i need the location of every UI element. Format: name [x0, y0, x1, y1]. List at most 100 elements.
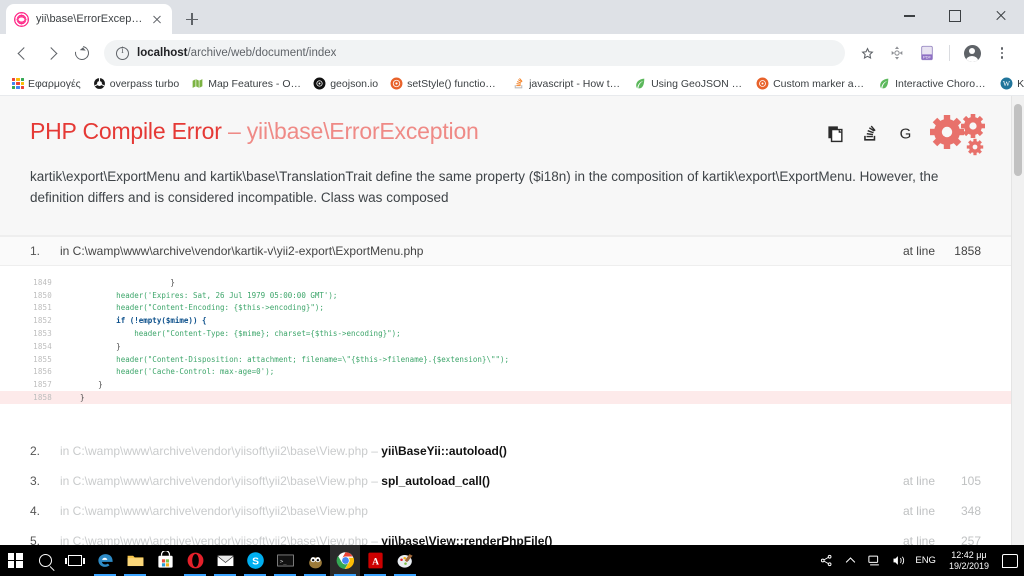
taskbar-search-button[interactable]: [30, 545, 60, 576]
code-line-number: 1856: [33, 367, 52, 377]
code-line-text: header('Expires: Sat, 26 Jul 1979 05:00:…: [62, 290, 338, 300]
action-center-icon[interactable]: [1002, 553, 1018, 568]
volume-icon[interactable]: [891, 553, 906, 568]
taskbar-clock[interactable]: 12:42 μμ 19/2/2019: [945, 550, 993, 572]
bookmark-item-kendoui[interactable]: W KendoUI = jStorage...: [995, 75, 1024, 92]
minimize-button[interactable]: [886, 0, 932, 32]
taskbar-app-gimp[interactable]: [300, 545, 330, 576]
stack-frame-1[interactable]: 1. in C:\wamp\www\archive\vendor\kartik-…: [0, 235, 1011, 266]
bookmark-star-button[interactable]: [853, 39, 881, 67]
error-header-actions: G: [826, 124, 915, 143]
maximize-button[interactable]: [932, 0, 978, 32]
svg-text:>_: >_: [279, 559, 286, 565]
at-line-label: at line: [902, 473, 935, 488]
frame-separator: –: [367, 533, 382, 545]
frame-file-path: in C:\wamp\www\archive\vendor\yiisoft\yi…: [60, 533, 368, 545]
network-icon[interactable]: [867, 553, 882, 568]
pdf-extension-button[interactable]: PDF: [913, 39, 941, 67]
bookmark-item-interactive-choropleth[interactable]: Interactive Choropl...: [873, 75, 993, 92]
stack-frame-2[interactable]: 2. in C:\wamp\www\archive\vendor\yiisoft…: [0, 436, 1011, 466]
taskbar-app-store[interactable]: [150, 545, 180, 576]
new-tab-button[interactable]: [178, 5, 206, 33]
frame-function: spl_autoload_call(): [381, 473, 490, 488]
code-line: 1851 header("Content-Encoding: {$this->e…: [0, 301, 1011, 314]
frame-file-path: in C:\wamp\www\archive\vendor\yiisoft\yi…: [60, 503, 368, 518]
line-number: 348: [960, 503, 981, 518]
bookmark-item-apps[interactable]: Εφαρμογές: [7, 76, 86, 92]
bookmark-label: overpass turbo: [109, 77, 180, 90]
task-view-button[interactable]: [60, 545, 90, 576]
language-indicator[interactable]: ENG: [915, 555, 936, 566]
bookmark-item-geojson[interactable]: geojson.io: [308, 75, 383, 92]
microsoft-store-icon: [157, 551, 173, 568]
stack-frame-5[interactable]: 5. in C:\wamp\www\archive\vendor\yiisoft…: [0, 526, 1011, 545]
close-window-button[interactable]: [978, 0, 1024, 32]
site-info-icon[interactable]: [116, 45, 129, 60]
at-line-label: at line: [902, 533, 935, 545]
code-line: 1854 }: [0, 340, 1011, 353]
taskbar-app-paint[interactable]: [390, 545, 420, 576]
google-search-icon[interactable]: G: [896, 124, 915, 143]
svg-text:W: W: [1003, 79, 1011, 88]
taskbar-app-chrome[interactable]: [330, 545, 360, 576]
profile-button[interactable]: [958, 39, 986, 67]
bookmark-label: KendoUI = jStorage...: [1017, 77, 1024, 90]
chrome-menu-button[interactable]: [988, 39, 1016, 67]
page-scrollbar[interactable]: [1011, 96, 1024, 545]
leaflet-icon: [390, 77, 403, 90]
stackoverflow-icon: [512, 77, 525, 90]
stack-frame-4[interactable]: 4. in C:\wamp\www\archive\vendor\yiisoft…: [0, 496, 1011, 526]
frame-number: 4.: [30, 503, 41, 518]
browser-tab[interactable]: yii\base\ErrorException: [6, 4, 172, 34]
back-arrow-icon: [17, 46, 30, 60]
url-host: localhost: [137, 47, 188, 59]
bookmark-item-map-features[interactable]: Map Features - Op...: [186, 75, 306, 92]
back-button[interactable]: [8, 39, 36, 67]
taskbar-app-skype[interactable]: S: [240, 545, 270, 576]
bookmark-item-setstyle[interactable]: setStyle() function f...: [385, 75, 505, 92]
url-path: /archive/web/document/index: [187, 47, 337, 59]
stackoverflow-search-icon[interactable]: [861, 124, 880, 143]
code-line: 1852 if (!empty($mime)) {: [0, 314, 1011, 327]
bookmark-item-custom-marker[interactable]: Custom marker and...: [751, 75, 871, 92]
mail-icon: [216, 555, 234, 567]
extension-button-1[interactable]: [883, 39, 911, 67]
scrollbar-thumb[interactable]: [1014, 104, 1022, 176]
close-icon[interactable]: [150, 12, 164, 26]
frame-separator: –: [367, 443, 382, 458]
copy-icon[interactable]: [826, 124, 845, 143]
code-line-number: 1849: [33, 277, 52, 287]
bookmark-star-icon: [860, 46, 874, 60]
stack-frame-3[interactable]: 3. in C:\wamp\www\archive\vendor\yiisoft…: [0, 466, 1011, 496]
show-hidden-icons-chevron[interactable]: [843, 553, 858, 568]
code-line: 1856 header('Cache-Control: max-age=0');: [0, 365, 1011, 378]
address-bar[interactable]: localhost/archive/web/document/index: [104, 40, 845, 66]
svg-text:G: G: [900, 126, 912, 143]
taskbar-app-edge[interactable]: [90, 545, 120, 576]
share-icon[interactable]: [819, 553, 834, 568]
taskbar-app-acrobat[interactable]: A: [360, 545, 390, 576]
at-line-label: at line: [902, 503, 935, 518]
code-line-number: 1850: [33, 290, 52, 300]
overpass-icon: [93, 77, 106, 90]
line-number: 105: [960, 473, 981, 488]
code-line: 1853 header("Content-Type: {$mime}; char…: [0, 327, 1011, 340]
code-line-number: 1854: [33, 341, 52, 351]
code-line-number: 1857: [33, 380, 52, 390]
bookmark-item-using-geojson[interactable]: Using GeoJSON wit...: [629, 75, 749, 92]
bookmark-item-javascript-howto[interactable]: javascript - How to ...: [507, 75, 627, 92]
task-view-icon: [65, 555, 85, 566]
reload-button[interactable]: [68, 39, 96, 67]
code-line: 1849 }: [0, 276, 1011, 289]
bookmark-label: Εφαρμογές: [28, 77, 81, 90]
svg-text:S: S: [252, 556, 259, 567]
taskbar-app-file-explorer[interactable]: [120, 545, 150, 576]
frame-line-info: at line 1858: [903, 244, 981, 258]
taskbar-app-terminal[interactable]: >_: [270, 545, 300, 576]
forward-button[interactable]: [38, 39, 66, 67]
bookmark-item-overpass[interactable]: overpass turbo: [88, 75, 184, 92]
taskbar-app-opera[interactable]: [180, 545, 210, 576]
kebab-menu-icon: [994, 45, 1010, 61]
taskbar-app-mail[interactable]: [210, 545, 240, 576]
start-button[interactable]: [0, 545, 30, 576]
